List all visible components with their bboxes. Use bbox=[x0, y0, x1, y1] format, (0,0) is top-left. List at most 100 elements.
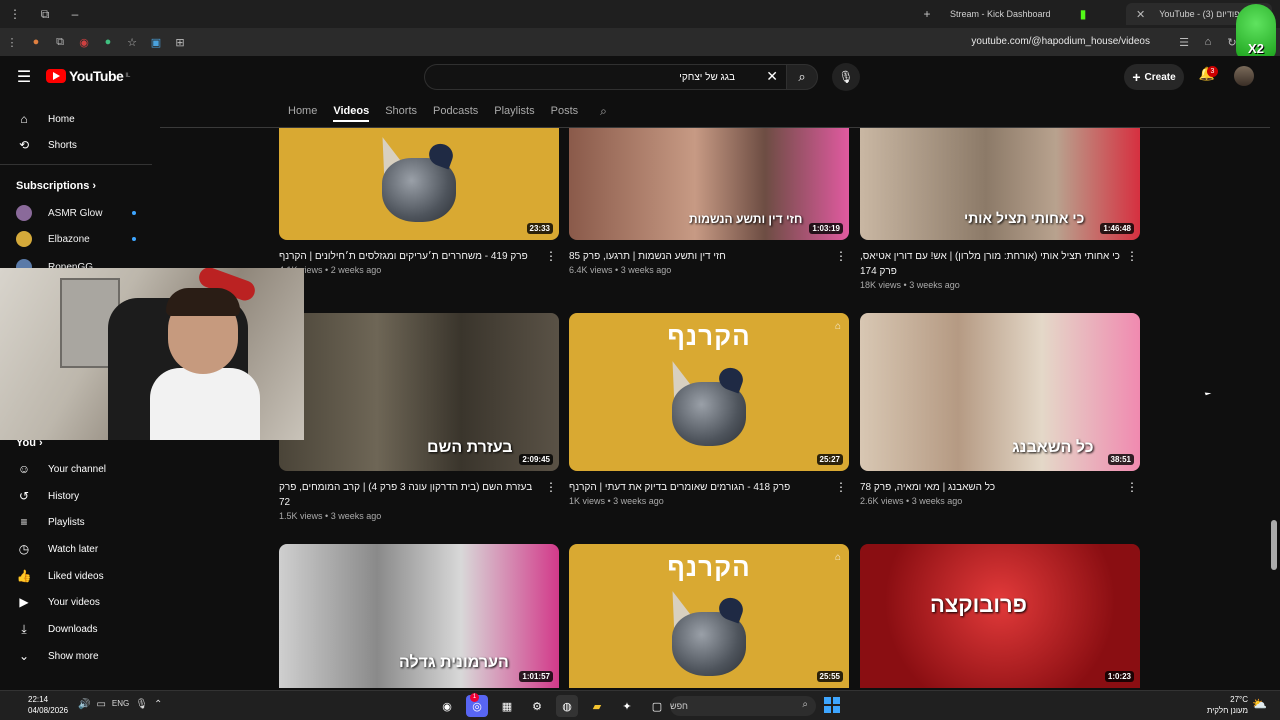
video-thumbnail[interactable]: הערמונית גדלה 1:01:57 bbox=[279, 544, 559, 688]
thumbnail-caption: פרובוקצה bbox=[930, 592, 1028, 617]
search-button[interactable]: ⌕ bbox=[786, 64, 818, 90]
video-title[interactable]: כי אחותי תציל אותי (אורחת: מורן מלרון) |… bbox=[860, 249, 1122, 279]
sidebar-item-history[interactable]: ↺ History bbox=[16, 483, 152, 509]
tab-kick-dashboard[interactable]: Stream - Kick Dashboard bbox=[940, 3, 1061, 25]
video-title[interactable]: כל השאבנג | מאי ומאיה, פרק 78 bbox=[860, 480, 1122, 495]
video-menu-icon[interactable]: ⋮ bbox=[835, 249, 847, 263]
video-card[interactable]: חזי דין ותשע הנשמות 1:03:19 חזי דין ותשע… bbox=[569, 128, 849, 275]
video-card[interactable]: פרובוקצה 1:0:23 bbox=[860, 544, 1140, 688]
video-title[interactable]: בעזרת השם (בית הדרקון עונה 3 פרק 4) | קר… bbox=[279, 480, 541, 510]
video-menu-icon[interactable]: ⋮ bbox=[1126, 249, 1138, 263]
copilot-icon[interactable]: ✦ bbox=[616, 695, 638, 717]
video-card[interactable]: כי אחותי תציל אותי 1:46:48 כי אחותי תציל… bbox=[860, 128, 1140, 290]
menu-dots-icon[interactable]: ⋮ bbox=[0, 0, 30, 28]
chevron-up-icon[interactable]: ⌃ bbox=[154, 699, 162, 710]
clear-search-icon[interactable]: ✕ bbox=[766, 68, 778, 85]
video-card[interactable]: הקרנף ⌂ 25:55 bbox=[569, 544, 849, 688]
new-tab-icon[interactable]: + bbox=[912, 0, 942, 28]
subscription-item[interactable]: Elbazone bbox=[16, 226, 136, 252]
video-card[interactable]: 23:33 פרק 419 - משחררים ת׳עריקים ומגזלסי… bbox=[279, 128, 559, 275]
video-card[interactable]: הערמונית גדלה 1:01:57 bbox=[279, 544, 559, 688]
video-menu-icon[interactable]: ⋮ bbox=[835, 480, 847, 494]
video-card[interactable]: בעזרת השם 2:09:45 בעזרת השם (בית הדרקון … bbox=[279, 313, 559, 521]
sidebar-item-shorts[interactable]: ⟲ Shorts bbox=[16, 132, 152, 158]
video-duration: 1:46:48 bbox=[1100, 223, 1134, 234]
weather-temp: 27°C bbox=[1230, 695, 1248, 704]
tab-shorts[interactable]: Shorts bbox=[385, 100, 417, 122]
extensions-icon[interactable]: ⧉ bbox=[48, 28, 72, 56]
subscription-label: Elbazone bbox=[48, 233, 90, 245]
channel-search-icon[interactable]: ⌕ bbox=[600, 100, 607, 122]
close-tab-icon[interactable]: ✕ bbox=[1136, 8, 1145, 21]
sidebar-item-liked-videos[interactable]: 👍 Liked videos bbox=[16, 563, 152, 589]
window-icon[interactable]: ⧉ bbox=[30, 0, 60, 28]
sidebar-item-watch-later[interactable]: ◷ Watch later bbox=[16, 536, 152, 562]
video-thumbnail[interactable]: כי אחותי תציל אותי 1:46:48 bbox=[860, 128, 1140, 240]
video-title[interactable]: חזי דין ותשע הנשמות | תרגעו, פרק 85 bbox=[569, 249, 831, 264]
account-avatar[interactable] bbox=[1234, 66, 1254, 86]
translate-icon[interactable]: ⊞ bbox=[168, 28, 192, 56]
hamburger-menu-icon[interactable]: ☰ bbox=[14, 68, 34, 88]
home-icon[interactable]: ⌂ bbox=[1196, 36, 1220, 48]
taskbar-clock[interactable]: 22:14 04/08/2026 bbox=[28, 694, 68, 716]
subscriptions-header[interactable]: Subscriptions › bbox=[16, 180, 96, 192]
video-title[interactable]: פרק 419 - משחררים ת׳עריקים ומגזלסים ת׳חי… bbox=[279, 249, 541, 264]
extension-icon[interactable]: ▣ bbox=[144, 28, 168, 56]
tab-playlists[interactable]: Playlists bbox=[494, 100, 534, 122]
weather-widget[interactable]: 27°C מעונן חלקית bbox=[1196, 694, 1248, 716]
youtube-logo[interactable]: YouTube IL bbox=[46, 68, 130, 84]
video-card[interactable]: כל השאבנג 38:51 כל השאבנג | מאי ומאיה, פ… bbox=[860, 313, 1140, 506]
video-thumbnail[interactable]: 23:33 bbox=[279, 128, 559, 240]
search-input[interactable] bbox=[435, 65, 735, 89]
video-menu-icon[interactable]: ⋮ bbox=[545, 249, 557, 263]
video-thumbnail[interactable]: הקרנף ⌂ 25:55 bbox=[569, 544, 849, 688]
mic-icon[interactable]: 🎙 bbox=[135, 699, 148, 710]
video-thumbnail[interactable]: בעזרת השם 2:09:45 bbox=[279, 313, 559, 471]
sidebar-item-your-videos[interactable]: ▶ Your videos bbox=[16, 589, 152, 615]
url-text[interactable]: youtube.com/@hapodium_house/videos bbox=[971, 28, 1150, 56]
create-button[interactable]: + Create bbox=[1124, 64, 1184, 90]
page-scrollbar[interactable] bbox=[1271, 520, 1277, 570]
video-title[interactable]: פרק 418 - הגורמים שאומרים בדיוק את דעתי … bbox=[569, 480, 831, 495]
sidebar-item-playlists[interactable]: ≡ Playlists bbox=[16, 509, 152, 535]
speaker-icon[interactable]: 🔊 bbox=[78, 699, 90, 710]
steam-icon[interactable]: ⚙ bbox=[526, 695, 548, 717]
tab-videos[interactable]: Videos bbox=[333, 100, 370, 122]
video-thumbnail[interactable]: פרובוקצה 1:0:23 bbox=[860, 544, 1140, 688]
thumbnail-caption: חזי דין ותשע הנשמות bbox=[689, 212, 803, 226]
tab-podcasts[interactable]: Podcasts bbox=[433, 100, 478, 122]
sidebar-item-show-more[interactable]: ⌄ Show more bbox=[16, 643, 152, 669]
logo-text: YouTube bbox=[69, 68, 124, 84]
sidebar-item-downloads[interactable]: ⤓ Downloads bbox=[16, 616, 152, 642]
extension-icon[interactable]: ● bbox=[96, 28, 120, 56]
video-menu-icon[interactable]: ⋮ bbox=[545, 480, 557, 494]
channel-house-icon: ⌂ bbox=[834, 321, 841, 332]
more-icon[interactable]: ⋮ bbox=[0, 28, 24, 56]
minimize-icon[interactable]: – bbox=[60, 0, 90, 28]
store-icon[interactable]: ▦ bbox=[496, 695, 518, 717]
video-menu-icon[interactable]: ⋮ bbox=[1126, 480, 1138, 494]
site-settings-icon[interactable]: ☰ bbox=[1172, 36, 1196, 49]
tab-posts[interactable]: Posts bbox=[551, 100, 579, 122]
extension-icon[interactable]: ● bbox=[24, 28, 48, 56]
video-thumbnail[interactable]: הקרנף ⌂ 25:27 bbox=[569, 313, 849, 471]
sidebar-item-home[interactable]: ⌂ Home bbox=[16, 106, 152, 132]
windows-start-icon[interactable] bbox=[824, 697, 840, 713]
file-explorer-icon[interactable]: ▰ bbox=[586, 695, 608, 717]
video-card[interactable]: הקרנף ⌂ 25:27 פרק 418 - הגורמים שאומרים … bbox=[569, 313, 849, 506]
subscription-item[interactable]: ASMR Glow bbox=[16, 200, 136, 226]
taskbar-search[interactable]: חפש ⌕ bbox=[670, 696, 816, 716]
bookmark-star-icon[interactable]: ☆ bbox=[120, 28, 144, 56]
video-thumbnail[interactable]: כל השאבנג 38:51 bbox=[860, 313, 1140, 471]
app-icon[interactable]: ▢ bbox=[646, 695, 668, 717]
video-thumbnail[interactable]: חזי דין ותשע הנשמות 1:03:19 bbox=[569, 128, 849, 240]
voice-search-button[interactable]: 🎙 bbox=[832, 63, 860, 91]
video-stats: 2.6K views • 3 weeks ago bbox=[860, 496, 963, 506]
tab-home[interactable]: Home bbox=[288, 100, 317, 122]
language-indicator[interactable]: ENG bbox=[112, 699, 129, 710]
chrome-icon[interactable]: ◍ bbox=[556, 695, 578, 717]
obs-icon[interactable]: ◉ bbox=[436, 695, 458, 717]
extension-icon[interactable]: ◉ bbox=[72, 28, 96, 56]
network-icon[interactable]: ▭ bbox=[96, 699, 105, 710]
sidebar-item-your-channel[interactable]: ☺ Your channel bbox=[16, 456, 152, 482]
